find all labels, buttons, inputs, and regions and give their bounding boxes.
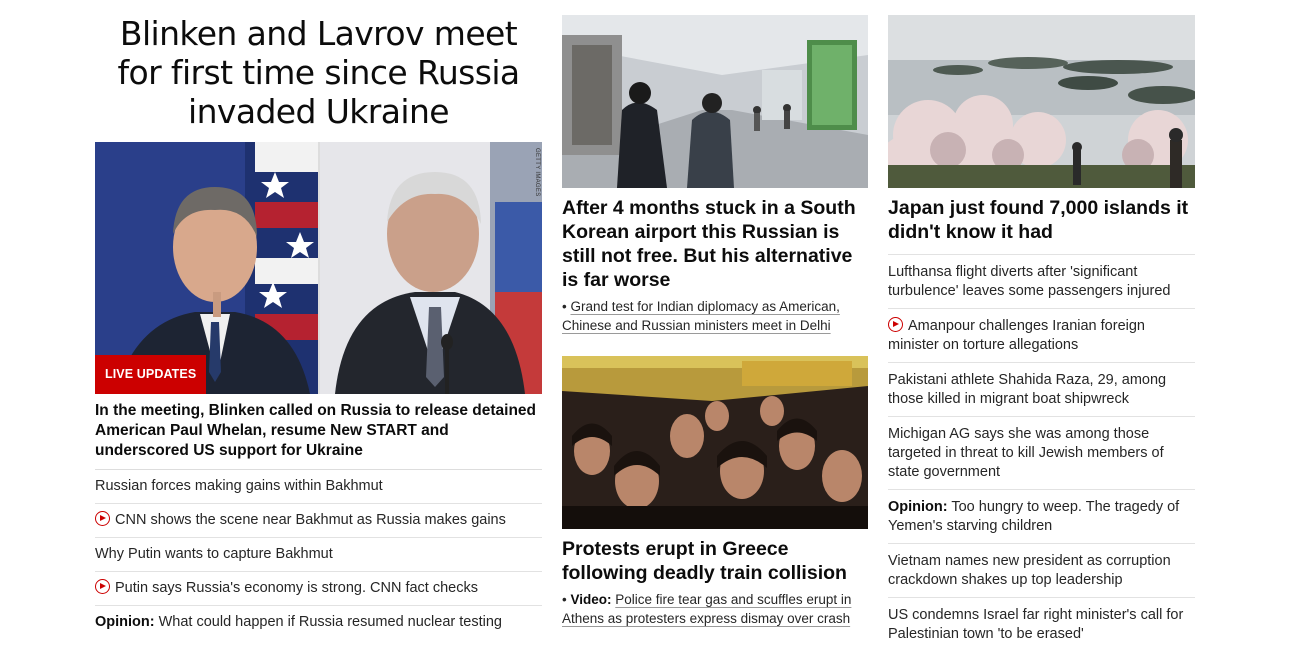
list-item[interactable]: Pakistani athlete Shahida Raza, 29, amon… [888,363,1195,417]
islands-photo [888,15,1195,188]
link-text[interactable]: Russian forces making gains within Bakhm… [95,478,383,494]
link-text[interactable]: Vietnam names new president as corruptio… [888,553,1171,588]
airport-story-title[interactable]: After 4 months stuck in a South Korean a… [562,188,868,292]
right-column: Japan just found 7,000 islands it didn't… [888,0,1195,651]
airport-photo [562,15,868,188]
related-video-link[interactable]: • Video: Police fire tear gas and scuffl… [562,590,868,628]
related-link[interactable]: • Grand test for Indian diplomacy as Ame… [562,297,868,335]
lead-image[interactable]: GETTY IMAGES LIVE UPDATES [95,142,542,394]
story-card: Japan just found 7,000 islands it didn't… [888,0,1195,244]
link-text[interactable]: What could happen if Russia resumed nucl… [155,614,502,630]
link-text[interactable]: Pakistani athlete Shahida Raza, 29, amon… [888,372,1166,407]
video-label: Video: [570,592,612,607]
link-text[interactable]: Why Putin wants to capture Bakhmut [95,546,333,562]
protest-photo [562,356,868,529]
list-item[interactable]: Russian forces making gains within Bakhm… [95,470,542,504]
greece-protest-image[interactable] [562,356,868,529]
live-updates-badge[interactable]: LIVE UPDATES [95,355,207,394]
list-item[interactable]: CNN shows the scene near Bakhmut as Russ… [95,504,542,538]
japan-story-title[interactable]: Japan just found 7,000 islands it didn't… [888,188,1195,244]
list-item[interactable]: Amanpour challenges Iranian foreign mini… [888,309,1195,363]
list-item[interactable]: Vietnam names new president as corruptio… [888,544,1195,598]
photo-credit: GETTY IMAGES [534,148,540,197]
lead-headline[interactable]: Blinken and Lavrov meet for first time s… [95,14,542,142]
right-links-list: Lufthansa flight diverts after 'signific… [888,254,1195,651]
list-item[interactable]: Lufthansa flight diverts after 'signific… [888,255,1195,309]
link-text[interactable]: Amanpour challenges Iranian foreign mini… [888,318,1145,353]
related-link-text[interactable]: Grand test for Indian diplomacy as Ameri… [562,299,840,333]
list-item[interactable]: Opinion: What could happen if Russia res… [95,606,542,639]
link-text[interactable]: Michigan AG says she was among those tar… [888,426,1164,480]
link-text[interactable]: CNN shows the scene near Bakhmut as Russ… [115,512,506,528]
link-text[interactable]: Lufthansa flight diverts after 'signific… [888,264,1170,299]
middle-column: After 4 months stuck in a South Korean a… [562,0,868,626]
opinion-label: Opinion: [95,614,155,630]
play-circle-icon [888,317,903,332]
opinion-label: Opinion: [888,499,948,515]
story-card: Protests erupt in Greece following deadl… [562,356,868,628]
lead-story: Blinken and Lavrov meet for first time s… [95,0,542,639]
list-item[interactable]: Opinion: Too hungry to weep. The tragedy… [888,490,1195,544]
link-text[interactable]: Putin says Russia's economy is strong. C… [115,580,478,596]
list-item[interactable]: Why Putin wants to capture Bakhmut [95,538,542,572]
list-item[interactable]: Putin says Russia's economy is strong. C… [95,572,542,606]
play-circle-icon [95,579,110,594]
story-card: After 4 months stuck in a South Korean a… [562,0,868,335]
list-item[interactable]: US condemns Israel far right minister's … [888,598,1195,651]
greece-story-title[interactable]: Protests erupt in Greece following deadl… [562,529,868,585]
list-item[interactable]: Michigan AG says she was among those tar… [888,417,1195,490]
lead-summary[interactable]: In the meeting, Blinken called on Russia… [95,394,542,470]
airport-image[interactable] [562,15,868,188]
play-circle-icon [95,511,110,526]
link-text[interactable]: US condemns Israel far right minister's … [888,607,1183,642]
lead-related-links: Russian forces making gains within Bakhm… [95,470,542,639]
japan-islands-image[interactable] [888,15,1195,188]
